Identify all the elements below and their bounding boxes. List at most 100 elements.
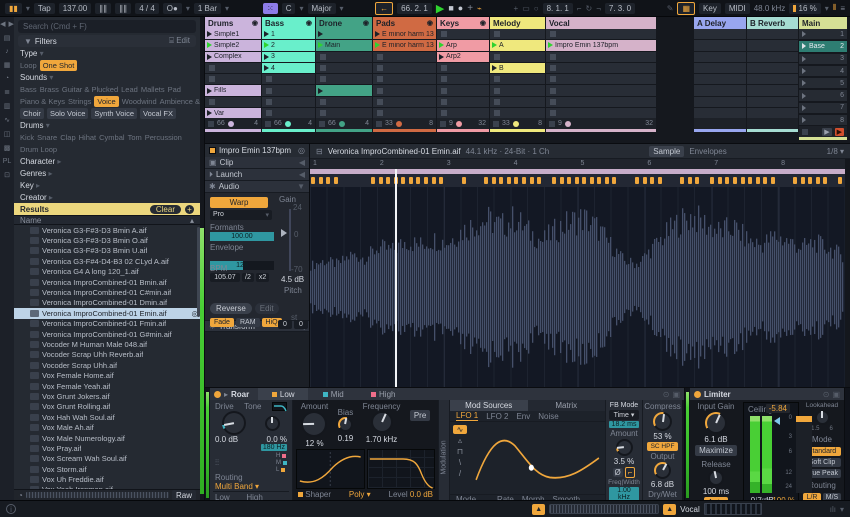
tone-knob[interactable] xyxy=(264,415,280,431)
edit-button[interactable]: Edit xyxy=(254,303,279,314)
clip-stop-button[interactable] xyxy=(377,87,383,94)
clip-slot-empty[interactable] xyxy=(747,74,798,85)
clip-slot-empty[interactable] xyxy=(546,108,656,119)
clip-loop-icon[interactable]: ◎ xyxy=(298,146,305,155)
clip-slot-empty[interactable] xyxy=(373,96,436,108)
statusbar-waveform[interactable] xyxy=(549,504,660,514)
scene-row[interactable]: 3 xyxy=(799,53,847,64)
filter-section-character[interactable]: Character ▸ xyxy=(14,155,200,167)
warp-marker[interactable] xyxy=(408,177,413,184)
clip-stop-button[interactable] xyxy=(550,76,556,83)
maximize-button[interactable]: Maximize xyxy=(695,445,737,456)
track-status-row[interactable]: 66 4 xyxy=(205,118,261,130)
clip-slot-empty[interactable] xyxy=(316,74,372,85)
grid-setting[interactable]: 1/8 ▾ xyxy=(827,147,844,156)
input-gain-knob[interactable] xyxy=(705,412,727,434)
clip-slot-empty[interactable] xyxy=(747,51,798,62)
warp-marker[interactable] xyxy=(559,177,564,184)
punch-out-icon[interactable]: ¬ xyxy=(596,4,601,13)
scene-row[interactable]: 5 xyxy=(799,78,847,89)
filter-chip[interactable]: Clap xyxy=(60,133,75,142)
track-warning-icon[interactable]: ▲ xyxy=(663,503,677,515)
clip-slot-empty[interactable] xyxy=(316,96,372,108)
clip-slot-filled[interactable]: Simple1 xyxy=(205,29,261,40)
clip-stop-button[interactable] xyxy=(494,53,500,60)
clip-slot-empty[interactable] xyxy=(747,29,798,40)
track-header[interactable]: Bass ◉ xyxy=(262,17,315,29)
scene-row[interactable]: Base 2 xyxy=(799,41,847,52)
clip-play-icon[interactable] xyxy=(439,53,444,60)
clip-slot-empty[interactable] xyxy=(373,62,436,74)
clip-stop-button[interactable] xyxy=(377,98,383,105)
clip-slot-filled[interactable]: E minor harm 137b xyxy=(373,29,436,40)
track-status-row[interactable]: 33 8 xyxy=(373,118,436,130)
file-row[interactable]: Vox Uh Freddie.aif xyxy=(14,474,200,484)
tab-mod-sources[interactable]: Mod Sources xyxy=(450,400,528,411)
rail-category-icon[interactable]: ▩ xyxy=(4,144,11,152)
warp-button[interactable]: Warp xyxy=(210,197,268,208)
clip-playing-icon[interactable] xyxy=(264,42,269,49)
scene-row[interactable]: 1 xyxy=(799,29,847,40)
track-status-row[interactable]: 66 4 xyxy=(262,118,315,130)
clip-slot-empty[interactable] xyxy=(205,96,261,108)
track-menu-icon[interactable]: ◉ xyxy=(427,19,433,27)
clip-slot-filled[interactable]: Simple2 xyxy=(205,40,261,51)
filter-chip[interactable]: Snare xyxy=(37,133,57,142)
clip-slot-empty[interactable] xyxy=(373,108,436,119)
limiter-lock-icon[interactable]: ▣ xyxy=(832,390,840,399)
filter-chip[interactable]: Strings xyxy=(68,97,91,106)
main-track-header[interactable]: Main xyxy=(799,17,847,29)
ram-toggle[interactable]: RAM xyxy=(235,318,260,327)
shaper-curve-display[interactable] xyxy=(296,449,365,489)
clip-stop-button[interactable] xyxy=(550,110,556,117)
file-row[interactable]: Vox Male Numerology.aif xyxy=(14,433,200,443)
clip-slot-empty[interactable] xyxy=(316,51,372,62)
draw-mode-icon[interactable]: + xyxy=(514,4,519,13)
nudge-up-button[interactable]: ∥∥ xyxy=(115,2,132,14)
search-input[interactable]: Search (Cmd + F) xyxy=(18,20,196,33)
automation-arm-icon[interactable]: ⌁ xyxy=(477,4,482,13)
filter-chip[interactable]: Tom xyxy=(128,133,142,142)
roar-tab-low[interactable]: Low xyxy=(258,388,309,400)
root-note-menu[interactable]: C xyxy=(281,2,296,14)
clip-slot-empty[interactable] xyxy=(205,74,261,85)
clip-stop-button[interactable] xyxy=(320,110,326,117)
track-menu-icon[interactable]: ◉ xyxy=(252,19,258,27)
file-row[interactable]: Veronica ImproCombined-01 Bmin.aif xyxy=(14,277,200,287)
clip-slot-filled[interactable]: Arp xyxy=(437,40,489,51)
clip-stop-button[interactable] xyxy=(550,65,556,72)
drive-value[interactable]: 0.0 dB xyxy=(215,435,238,444)
lfo-subtab-3[interactable]: Env xyxy=(516,412,530,421)
warp-marker[interactable] xyxy=(311,177,315,184)
warp-marker[interactable] xyxy=(386,177,391,184)
warp-marker[interactable] xyxy=(815,177,820,184)
warp-marker[interactable] xyxy=(431,177,436,184)
warp-marker[interactable] xyxy=(800,177,805,184)
warp-marker[interactable] xyxy=(680,177,685,184)
record-button[interactable]: ● xyxy=(458,3,463,13)
clip-slot-filled[interactable]: Impro Emin 137bpm xyxy=(546,40,656,51)
track-status-row[interactable] xyxy=(747,118,798,130)
filter-chip[interactable]: Drum Loop xyxy=(20,145,57,154)
tap-tempo-button[interactable]: Tap xyxy=(33,2,55,14)
warp-marker[interactable] xyxy=(529,177,534,184)
clip-slot-empty[interactable] xyxy=(694,108,746,119)
clip-stop-button[interactable] xyxy=(550,98,556,105)
filter-section-key[interactable]: Key ▸ xyxy=(14,179,200,191)
clip-slot-empty[interactable] xyxy=(490,51,545,62)
loop-length-field[interactable]: 7. 3. 0 xyxy=(604,2,636,14)
clip-slot-filled[interactable] xyxy=(316,29,372,40)
input-gain-value[interactable]: 6.1 dB xyxy=(704,435,727,444)
clip-stop-button[interactable] xyxy=(320,98,326,105)
time-signature-field[interactable]: 4 / 4 xyxy=(135,2,159,14)
file-row[interactable]: Veronica G3-F#4-D4-B3 02 CLyd A.aif xyxy=(14,256,200,266)
quantization-menu[interactable]: 1 Bar xyxy=(193,2,221,14)
clip-stop-button[interactable] xyxy=(441,110,447,117)
clip-stop-button[interactable] xyxy=(266,110,272,117)
file-row[interactable]: Veronica ImproCombined-01 Fmin.aif xyxy=(14,319,200,329)
track-stop-button[interactable] xyxy=(549,120,555,127)
warp-marker[interactable] xyxy=(687,177,692,184)
clip-slot-empty[interactable] xyxy=(694,40,746,51)
filter-chip[interactable]: Bass xyxy=(20,85,37,94)
rail-category-icon[interactable]: ∿ xyxy=(4,116,10,124)
